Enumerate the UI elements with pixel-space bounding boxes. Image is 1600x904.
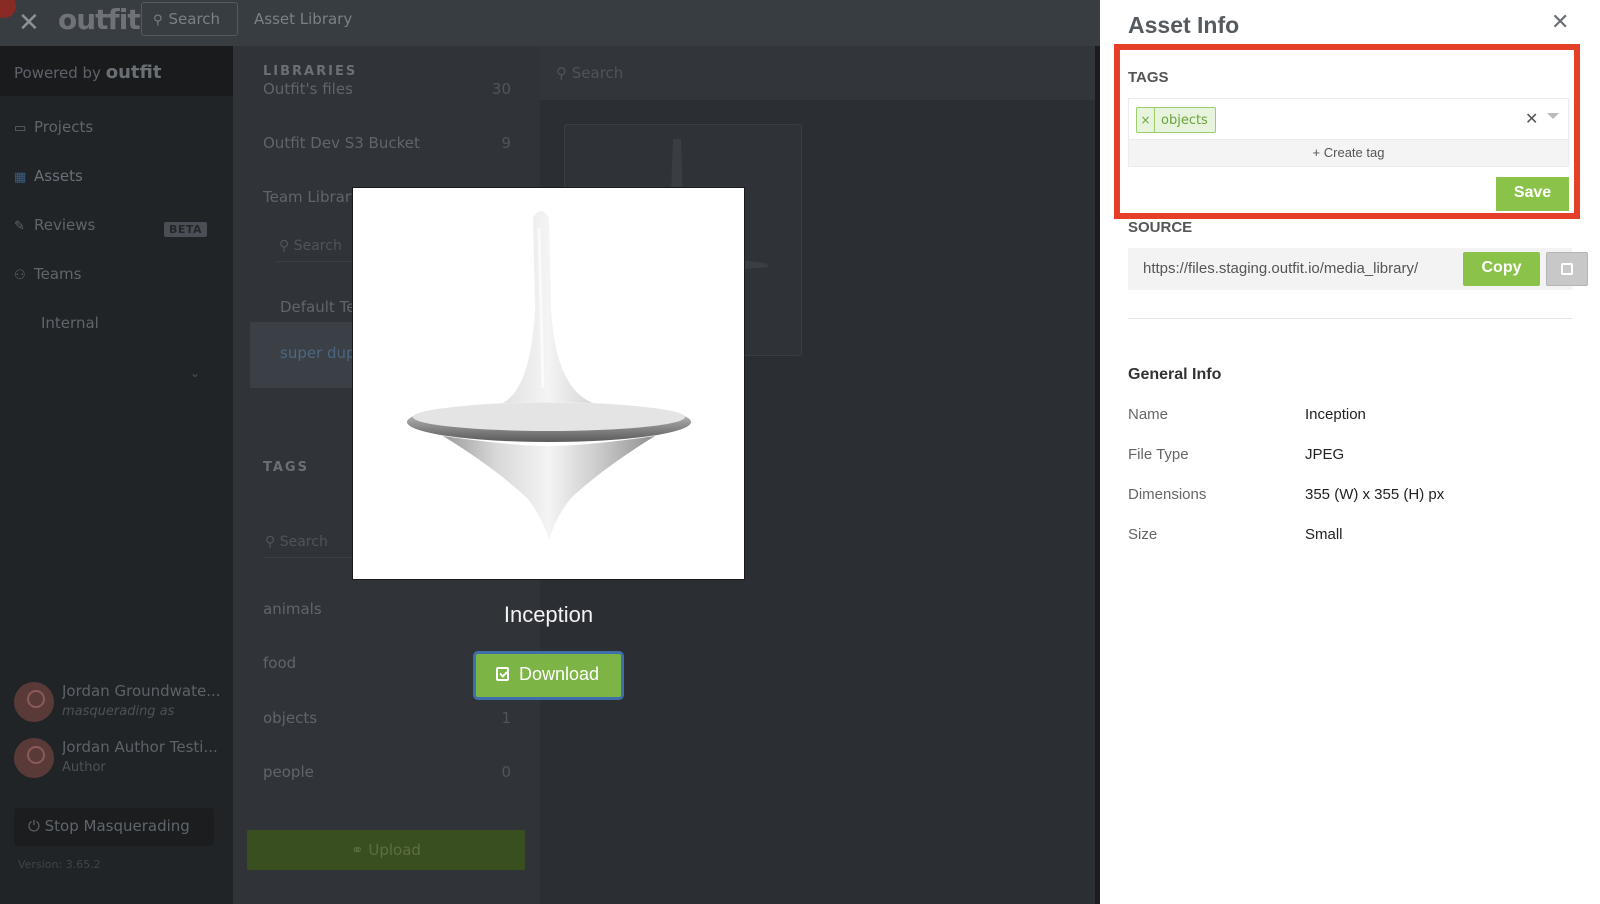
team-selector[interactable]: Internal bbox=[41, 314, 99, 332]
info-label-filetype: File Type bbox=[1128, 446, 1189, 463]
search-icon: ⚲ bbox=[556, 64, 572, 82]
info-value-filetype: JPEG bbox=[1305, 446, 1345, 463]
link-icon: ⚭ bbox=[351, 841, 369, 859]
tag-name: food bbox=[263, 654, 297, 672]
preview-title: Inception bbox=[503, 602, 594, 627]
asset-search-placeholder: Search bbox=[571, 64, 624, 82]
avatar bbox=[14, 738, 54, 778]
sidebar-item-reviews[interactable]: ✎ Reviews bbox=[14, 216, 95, 234]
download-icon bbox=[496, 667, 509, 681]
tag-count: 1 bbox=[501, 709, 511, 727]
libraries-heading: LIBRARIES bbox=[263, 64, 358, 79]
avatar bbox=[14, 682, 54, 722]
review-icon: ✎ bbox=[14, 219, 25, 234]
search-icon: ⚲ bbox=[153, 13, 163, 28]
folder-icon: ▭ bbox=[14, 121, 27, 136]
library-item[interactable]: Outfit's files 30 bbox=[263, 80, 511, 98]
source-url[interactable]: https://files.staging.outfit.io/media_li… bbox=[1143, 260, 1439, 277]
spinning-top-image bbox=[407, 211, 691, 540]
powered-by: Powered by outfit bbox=[0, 46, 233, 96]
source-section-label: SOURCE bbox=[1128, 219, 1193, 236]
library-item[interactable]: Outfit Dev S3 Bucket 9 bbox=[263, 134, 511, 152]
download-icon bbox=[1561, 263, 1573, 275]
tags-heading: TAGS bbox=[263, 460, 309, 475]
user-subtitle: masquerading as bbox=[62, 704, 175, 719]
asset-info-panel: Asset Info ✕ TAGS × objects ✕ + Create ta… bbox=[1100, 0, 1600, 904]
team-name: super dup bbox=[280, 344, 356, 362]
sidebar-item-label: Projects bbox=[34, 118, 94, 136]
chevron-down-icon[interactable]: ⌄ bbox=[190, 366, 200, 380]
library-count: 9 bbox=[501, 134, 511, 152]
search-label: Search bbox=[168, 10, 221, 28]
library-count: 30 bbox=[491, 80, 511, 98]
asset-search-input[interactable]: ⚲ Search bbox=[540, 46, 1095, 100]
download-button[interactable]: Download bbox=[473, 651, 624, 700]
sidebar-item-label: Teams bbox=[34, 265, 82, 283]
user-role: Author bbox=[62, 760, 106, 775]
tag-name: objects bbox=[263, 709, 318, 727]
sidebar: Powered by outfit ▭ Projects ▦ Assets ✎ Rev… bbox=[0, 46, 233, 904]
library-name: Outfit Dev S3 Bucket bbox=[263, 134, 420, 152]
close-icon[interactable]: ✕ bbox=[1551, 10, 1569, 35]
upload-button[interactable]: ⚭ Upload bbox=[247, 830, 525, 870]
tag-count: 0 bbox=[501, 763, 511, 781]
copy-button[interactable]: Copy bbox=[1463, 252, 1540, 286]
image-icon: ▦ bbox=[14, 170, 27, 185]
global-search-button[interactable]: ⚲ Search bbox=[141, 2, 238, 36]
tag-item[interactable]: objects 1 bbox=[263, 709, 511, 727]
tag-name: animals bbox=[263, 600, 322, 618]
download-label: Download bbox=[519, 664, 600, 684]
upload-label: Upload bbox=[368, 841, 421, 859]
search-icon: ⚲ bbox=[265, 534, 280, 550]
info-value-name: Inception bbox=[1305, 406, 1366, 423]
tag-search-placeholder: Search bbox=[279, 534, 328, 550]
tag-name: people bbox=[263, 763, 314, 781]
info-label-dimensions: Dimensions bbox=[1128, 486, 1207, 503]
divider bbox=[1128, 318, 1572, 319]
general-info-title: General Info bbox=[1128, 366, 1222, 383]
info-value-size: Small bbox=[1305, 526, 1343, 543]
stop-masquerading-button[interactable]: ⏻ Stop Masquerading bbox=[14, 808, 214, 846]
info-label-size: Size bbox=[1128, 526, 1158, 543]
library-name: Team Library bbox=[263, 188, 360, 206]
team-search-placeholder: Search bbox=[293, 238, 342, 254]
team-name: Default Te bbox=[280, 298, 356, 316]
highlight-box bbox=[1114, 44, 1580, 219]
info-label-name: Name bbox=[1128, 406, 1169, 423]
powered-by-brand: outfit bbox=[105, 62, 162, 83]
library-name: Outfit's files bbox=[263, 80, 353, 98]
team-selector-label: Internal bbox=[41, 314, 99, 332]
powered-by-label: Powered by bbox=[14, 64, 101, 82]
power-icon: ⏻ bbox=[28, 817, 45, 835]
sidebar-item-assets[interactable]: ▦ Assets bbox=[14, 167, 83, 185]
team-icon: ⚇ bbox=[14, 268, 26, 283]
sidebar-item-projects[interactable]: ▭ Projects bbox=[14, 118, 93, 136]
version-text: Version: 3.65.2 bbox=[18, 858, 101, 871]
outfit-logo[interactable]: outfit bbox=[58, 3, 141, 36]
search-icon: ⚲ bbox=[279, 238, 294, 254]
close-icon[interactable]: ✕ bbox=[18, 8, 40, 38]
panel-title: Asset Info bbox=[1128, 12, 1240, 38]
info-value-dimensions: 355 (W) x 355 (H) px bbox=[1305, 486, 1445, 503]
sidebar-item-label: Assets bbox=[34, 167, 83, 185]
source-download-button[interactable] bbox=[1546, 252, 1588, 286]
asset-preview-image bbox=[352, 187, 745, 580]
team-item-active[interactable]: super dup bbox=[250, 322, 360, 388]
tag-item[interactable]: people 0 bbox=[263, 763, 511, 781]
notification-dot bbox=[0, 0, 16, 18]
sidebar-item-teams[interactable]: ⚇ Teams bbox=[14, 265, 81, 283]
stop-masquerading-label: Stop Masquerading bbox=[44, 817, 190, 835]
user-name: Jordan Groundwate... bbox=[62, 682, 221, 700]
breadcrumb[interactable]: Asset Library bbox=[254, 10, 352, 28]
user-name: Jordan Author Testi... bbox=[62, 738, 218, 756]
beta-badge: BETA bbox=[164, 222, 208, 237]
sidebar-item-label: Reviews bbox=[34, 216, 96, 234]
source-field: https://files.staging.outfit.io/media_li… bbox=[1128, 248, 1588, 290]
